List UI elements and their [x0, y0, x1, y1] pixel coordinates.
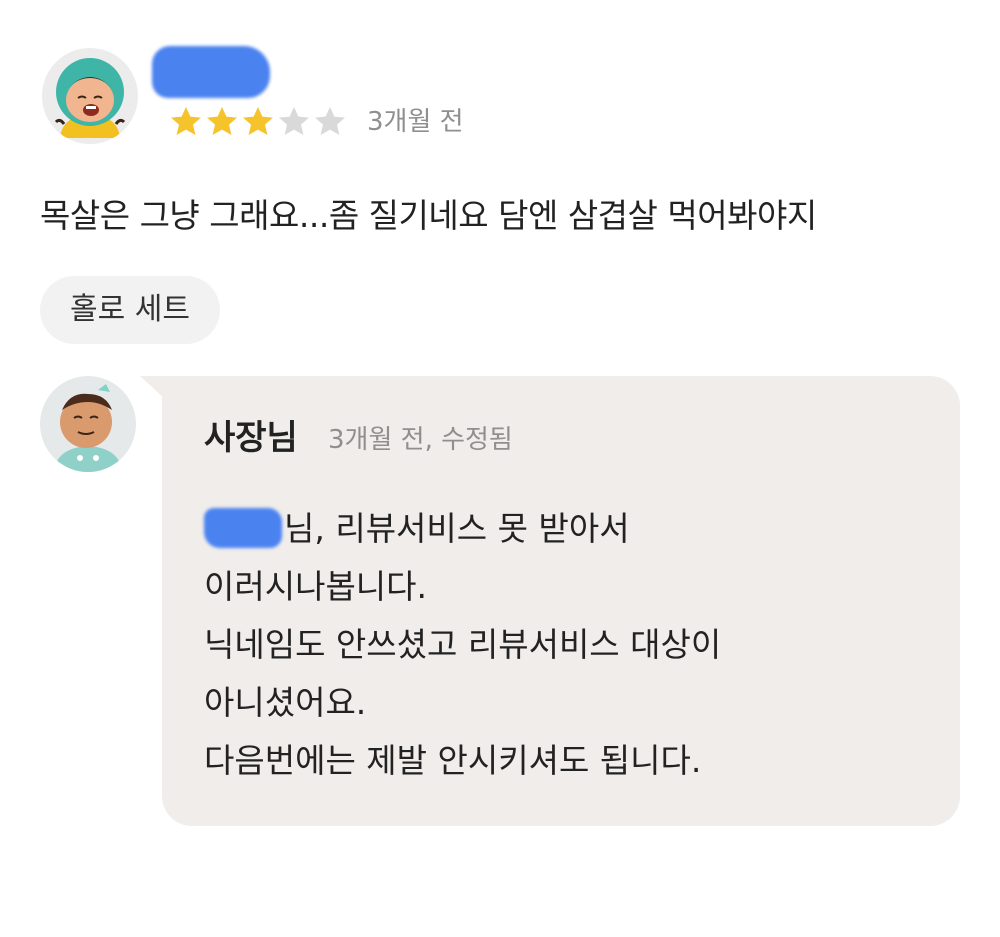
star-filled-icon [207, 107, 237, 135]
owner-reply-meta: 3개월 전, 수정됨 [328, 425, 513, 455]
reviewer-avatar[interactable] [42, 48, 138, 144]
owner-name: 사장님 [204, 418, 298, 458]
star-rating [168, 104, 348, 140]
review-text: 목살은 그냥 그래요...좀 질기네요 담엔 삼겹살 먹어봐야지 [40, 196, 817, 235]
star-filled-icon [243, 107, 273, 135]
review-date: 3개월 전 [367, 107, 464, 137]
reviewer-avatar-icon [42, 48, 138, 144]
reply-line: 님, 리뷰서비스 못 받아서 [204, 500, 721, 558]
owner-reply-text: 님, 리뷰서비스 못 받아서 이러시나봅니다. 닉네임도 안쓰셨고 리뷰서비스 … [204, 500, 721, 790]
menu-tag-chip[interactable]: 홀로 세트 [40, 276, 220, 344]
reply-line: 아니셨어요. [204, 683, 367, 722]
customer-name-redacted [204, 508, 282, 548]
star-filled-icon [171, 107, 201, 135]
owner-avatar-icon [40, 376, 136, 472]
owner-avatar[interactable] [40, 376, 136, 472]
reply-line-text: 님, 리뷰서비스 못 받아서 [284, 509, 630, 548]
reviewer-name-redacted [152, 46, 270, 98]
reply-line: 이러시나봅니다. [204, 567, 428, 606]
star-empty-icon [315, 107, 345, 135]
star-empty-icon [279, 107, 309, 135]
reply-bubble-tail [140, 376, 164, 398]
reply-line: 다음번에는 제발 안시키셔도 됩니다. [204, 741, 702, 780]
reply-line: 닉네임도 안쓰셨고 리뷰서비스 대상이 [204, 625, 722, 664]
